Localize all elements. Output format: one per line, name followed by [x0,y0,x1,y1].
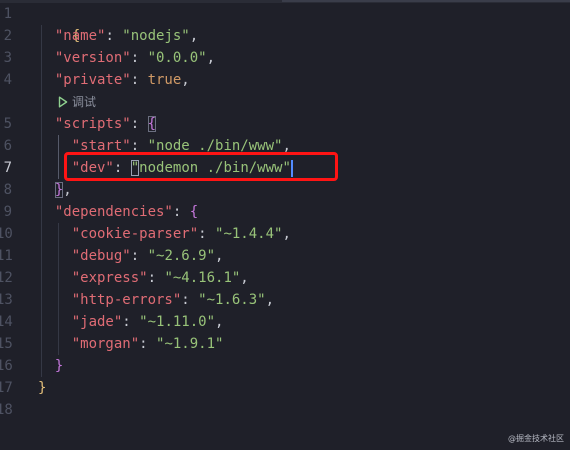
json-key: "scripts" [54,116,131,132]
json-colon: : [198,226,216,242]
watermark: @掘金技术社区 [508,434,564,443]
json-key: "jade" [71,314,123,330]
code-line-14[interactable]: "jade": "~1.11.0", [38,311,224,333]
line-number: 6 [3,138,12,154]
json-colon: : [122,314,140,330]
json-comma: , [215,248,224,264]
json-brace: } [38,380,47,396]
code-line-16[interactable]: } [38,355,63,377]
code-line-2[interactable]: "name": "nodejs", [38,25,198,47]
json-comma: , [282,226,291,242]
code-editor[interactable]: 1 2 3 4 5 6 7 8 9 10 11 12 13 14 15 16 1… [0,0,570,450]
json-colon: : [130,248,148,264]
json-key: "debug" [71,248,131,264]
code-line-9[interactable]: "dependencies": { [38,201,198,223]
json-comma: , [215,314,224,330]
line-number-active: 7 [3,160,12,176]
json-colon: : [147,270,165,286]
code-line-4[interactable]: "private": true, [38,69,190,91]
json-colon: : [181,292,199,308]
json-key: "http-errors" [71,292,182,308]
line-number: 3 [3,50,12,66]
json-key: "morgan" [71,336,140,352]
json-string: "~1.9.1" [156,336,224,352]
line-number: 16 [0,358,13,374]
code-line-10[interactable]: "cookie-parser": "~1.4.4", [38,223,291,245]
json-brace-matched: { [147,116,157,132]
line-number: 9 [3,204,12,220]
json-colon: : [139,336,157,352]
json-colon: : [130,116,148,132]
line-number: 18 [0,402,13,418]
debug-codelens[interactable]: 调试 [58,91,96,113]
json-string: "0.0.0" [147,50,207,66]
line-number: 14 [0,314,13,330]
code-line-12[interactable]: "express": "~4.16.1", [38,267,249,289]
json-colon: : [130,50,148,66]
highlight-annotation-box [64,152,338,181]
line-number: 17 [0,380,13,396]
json-key: "cookie-parser" [71,226,199,242]
line-number: 10 [0,226,13,242]
json-comma: , [240,270,249,286]
json-boolean: true [147,72,182,88]
json-string: "~4.16.1" [164,270,241,286]
line-number: 4 [3,72,12,88]
json-string: "~1.11.0" [139,314,216,330]
json-key: "name" [54,28,106,44]
code-line-11[interactable]: "debug": "~2.6.9", [38,245,224,267]
line-number: 12 [0,270,13,286]
line-number: 11 [0,248,13,264]
line-number: 13 [0,292,13,308]
debug-codelens-label: 调试 [72,95,97,109]
code-line-5[interactable]: "scripts": { [38,113,157,135]
json-brace: } [54,358,64,374]
json-comma: , [265,292,275,308]
json-brace: { [189,204,199,220]
json-colon: : [105,28,123,44]
json-string: "~1.6.3" [198,292,266,308]
json-string: "~2.6.9" [147,248,216,264]
line-number: 15 [0,336,13,352]
line-number-gutter: 1 2 3 4 5 6 7 8 9 10 11 12 13 14 15 16 1… [0,0,20,450]
code-line-17[interactable]: } [38,377,46,399]
json-string: "nodejs" [122,28,190,44]
line-number: 2 [3,28,12,44]
json-colon: : [172,204,190,220]
line-number: 1 [3,6,12,22]
line-number: 5 [3,116,12,132]
play-icon [58,96,68,108]
code-line-1[interactable]: { [38,3,80,44]
json-key: "private" [54,72,131,88]
json-string: "~1.4.4" [215,226,283,242]
json-key: "dependencies" [54,204,173,220]
json-key: "express" [71,270,148,286]
code-line-3[interactable]: "version": "0.0.0", [38,47,215,69]
editor-tab-edge [282,0,570,2]
code-line-13[interactable]: "http-errors": "~1.6.3", [38,289,274,311]
json-colon: : [130,72,148,88]
json-comma: , [206,50,216,66]
json-comma: , [181,72,190,88]
json-comma: , [189,28,199,44]
code-line-15[interactable]: "morgan": "~1.9.1" [38,333,224,355]
line-number: 8 [3,182,12,198]
json-key: "version" [54,50,131,66]
json-comma: , [63,182,72,198]
code-line-8[interactable]: }, [38,179,72,201]
